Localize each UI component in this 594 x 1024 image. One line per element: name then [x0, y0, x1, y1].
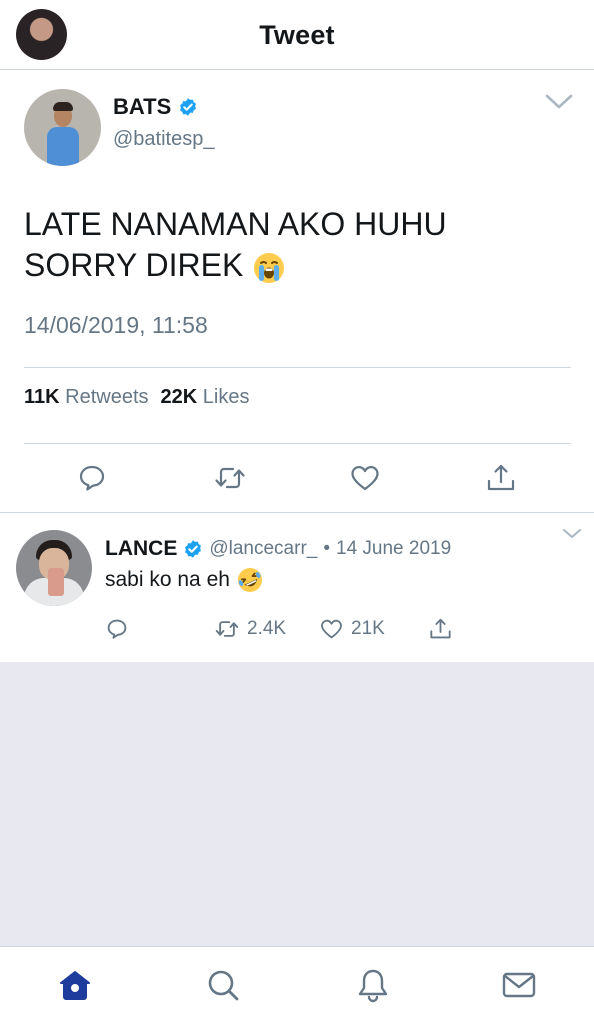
reply-tweet[interactable]: LANCE @lancecarr_ • 14 June 2019 sabi ko… — [0, 514, 594, 662]
like-heart-icon[interactable] — [318, 616, 345, 642]
reply-retweet-action[interactable]: 2.4K — [213, 616, 286, 642]
tweet-action-bar — [0, 461, 594, 495]
chevron-down-icon[interactable] — [562, 528, 582, 540]
reply-reply-action[interactable] — [104, 616, 130, 642]
notifications-icon[interactable] — [355, 967, 391, 1003]
verified-badge-icon — [180, 98, 197, 116]
reply-text-content: sabi ko na eh — [105, 568, 230, 591]
rolling-on-the-floor-laughing-emoji-icon — [237, 568, 262, 592]
reply-like-count: 21K — [351, 618, 385, 639]
tweet-timestamp: 14/06/2019, 11:58 — [24, 312, 208, 338]
retweets-stat[interactable]: 11K Retweets — [24, 386, 149, 409]
reply-date: 14 June 2019 — [336, 538, 452, 559]
retweet-icon[interactable] — [213, 616, 241, 642]
messages-icon[interactable] — [501, 967, 537, 1003]
reply-share-action[interactable] — [427, 616, 454, 642]
tweet-text-line-2-text: SORRY DIREK — [24, 247, 244, 283]
home-icon[interactable] — [57, 967, 93, 1003]
bottom-tab-bar — [0, 946, 594, 1024]
share-icon[interactable] — [484, 461, 518, 495]
tweet-stats: 11K Retweets 22K Likes — [24, 386, 250, 409]
empty-area — [0, 662, 594, 946]
divider — [24, 443, 571, 444]
retweet-icon[interactable] — [213, 461, 247, 495]
page-title: Tweet — [259, 20, 335, 50]
tweet-text-line-2: SORRY DIREK — [24, 245, 564, 286]
reply-author-handle[interactable]: @lancecarr_ — [209, 538, 317, 560]
author-name[interactable]: BATS — [113, 94, 171, 120]
chevron-down-icon[interactable] — [544, 93, 574, 111]
retweets-label: Retweets — [65, 386, 149, 408]
author-handle[interactable]: @batitesp_ — [113, 128, 214, 151]
retweets-count: 11K — [24, 386, 60, 408]
likes-label: Likes — [202, 386, 250, 408]
author-avatar[interactable] — [24, 89, 101, 166]
reply-header: LANCE @lancecarr_ • 14 June 2019 — [105, 537, 451, 561]
like-heart-icon[interactable] — [348, 461, 382, 495]
reply-like-action[interactable]: 21K — [318, 616, 385, 642]
main-tweet: BATS @batitesp_ LATE NANAMAN AKO HUHU SO… — [0, 71, 594, 513]
likes-count: 22K — [160, 386, 198, 408]
reply-author-name[interactable]: LANCE — [105, 537, 177, 561]
likes-stat[interactable]: 22K Likes — [161, 386, 250, 409]
loudly-crying-face-emoji-icon — [254, 252, 285, 283]
reply-text: sabi ko na eh — [105, 566, 264, 594]
verified-badge-icon — [185, 540, 202, 558]
reply-retweet-count: 2.4K — [247, 618, 287, 639]
tweet-text-line-1: LATE NANAMAN AKO HUHU — [24, 206, 447, 242]
separator-dot: • — [323, 538, 330, 559]
author-name-row[interactable]: BATS — [113, 94, 198, 120]
reply-icon[interactable] — [104, 616, 130, 642]
reply-action-bar: 2.4K 21K — [0, 616, 594, 646]
share-icon[interactable] — [427, 616, 454, 642]
reply-author-avatar[interactable] — [16, 530, 92, 606]
search-icon[interactable] — [205, 967, 241, 1003]
top-header: Tweet — [0, 0, 594, 70]
reply-icon[interactable] — [75, 461, 109, 495]
tweet-text: LATE NANAMAN AKO HUHU SORRY DIREK — [24, 204, 564, 286]
divider — [24, 367, 571, 368]
